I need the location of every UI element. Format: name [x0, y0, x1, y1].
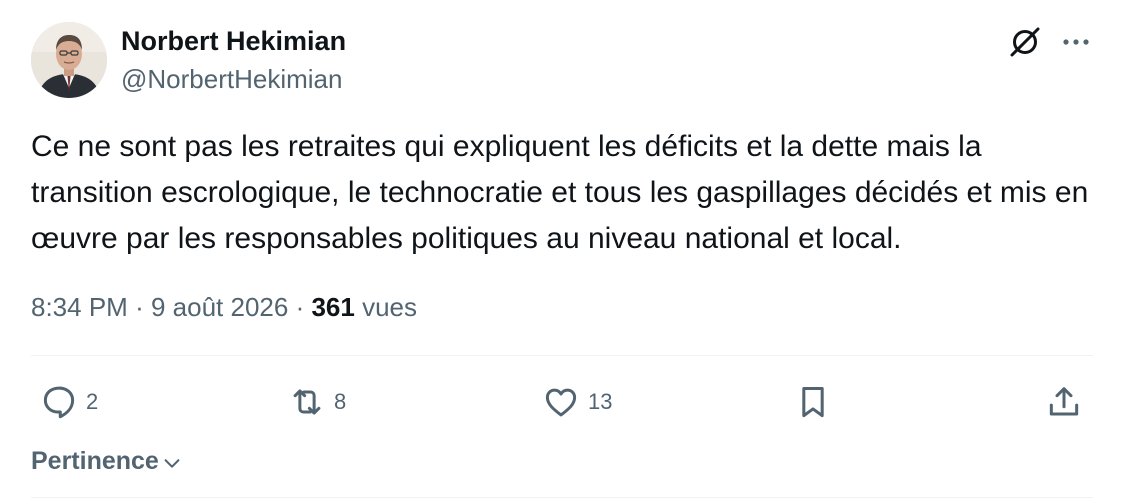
sort-label: Pertinence: [31, 447, 159, 475]
sort-dropdown[interactable]: Pertinence: [31, 444, 183, 478]
reply-count: 2: [86, 389, 99, 414]
share-icon: [1049, 387, 1079, 416]
bookmark-icon: [802, 387, 824, 418]
profile-photo: [31, 22, 107, 98]
like-count: 13: [588, 389, 613, 414]
views-count: 361: [311, 292, 355, 322]
author-handle[interactable]: @NorbertHekimian: [121, 63, 342, 95]
divider: [31, 355, 1093, 356]
tweet-text: Ce ne sont pas les retraites qui expliqu…: [31, 130, 1089, 255]
like-button[interactable]: 13: [542, 380, 612, 424]
retweet-count: 8: [334, 389, 347, 414]
meta-separator: ·: [295, 292, 305, 322]
retweet-button[interactable]: 8: [288, 380, 346, 424]
reply-icon: [43, 386, 75, 419]
ellipsis-icon[interactable]: [1059, 30, 1093, 54]
reply-button[interactable]: 2: [40, 380, 98, 424]
chevron-down-icon: [164, 459, 180, 468]
views-label: vues: [362, 292, 418, 322]
bookmark-button[interactable]: [794, 380, 832, 424]
author-display-name[interactable]: Norbert Hekimian: [121, 25, 346, 57]
heart-icon: [545, 388, 577, 417]
tweet-time[interactable]: 8:34 PM: [31, 292, 128, 322]
retweet-icon: [293, 389, 321, 415]
tweet-meta: 8:34 PM · 9 août 2026 · 361 vues: [31, 290, 417, 324]
meta-separator: ·: [135, 292, 144, 322]
divider: [31, 497, 1093, 498]
slashed-circle-icon[interactable]: [1005, 22, 1045, 62]
avatar[interactable]: [31, 22, 107, 98]
share-button[interactable]: [1045, 380, 1083, 424]
tweet-date[interactable]: 9 août 2026: [151, 292, 288, 322]
